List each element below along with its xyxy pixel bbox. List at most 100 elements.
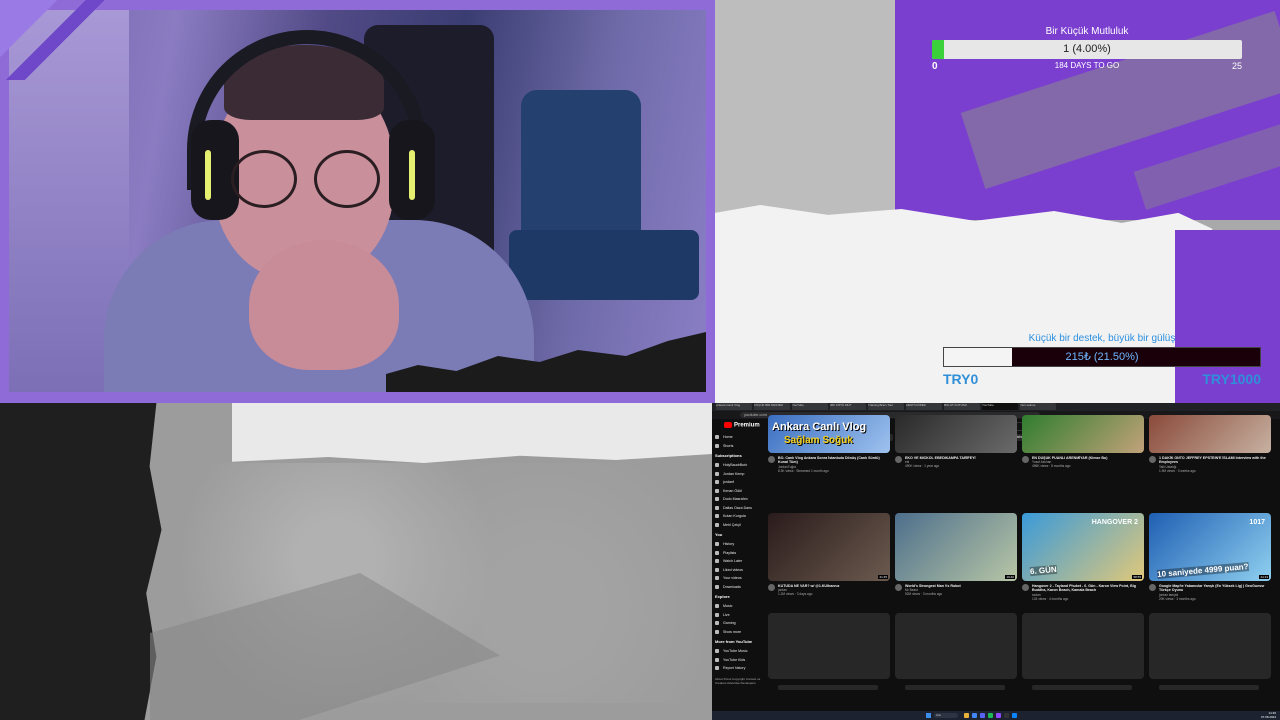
video-title[interactable]: 1 DAKİK ONTO JEFFREY EPSTEIN'E İSLAMI In… — [1159, 456, 1271, 465]
thumbnail-text: 6. GÜN — [1029, 564, 1058, 577]
sidebar-item[interactable]: HolyBaudrBurk — [715, 461, 764, 470]
sidebar-item[interactable]: Music — [715, 602, 764, 611]
sidebar-item[interactable]: YouTube Kids — [715, 656, 764, 665]
video-card[interactable]: EKO VE MICKOL EBEDIKAMPA TARİFEYİ ebi 490K… — [895, 415, 1017, 468]
sidebar-item-icon — [715, 497, 719, 502]
video-card[interactable]: HANGOVER 2 6. GÜN 58:55 Hangover 2 - Taylan… — [1022, 513, 1144, 601]
sidebar-item[interactable]: Dodo Masrafım — [715, 495, 764, 504]
goal-progress-text: 1 (4.00%) — [1063, 43, 1111, 55]
browser-tab[interactable]: Yeni sekme — [1020, 403, 1056, 410]
channel-avatar[interactable] — [895, 456, 902, 463]
chrome-icon[interactable] — [972, 713, 977, 718]
loading-placeholder — [768, 613, 890, 679]
youtube-logo[interactable]: Premium — [724, 422, 760, 429]
video-thumbnail[interactable] — [1149, 415, 1271, 453]
channel-avatar[interactable] — [1149, 456, 1156, 463]
video-thumbnail[interactable] — [895, 415, 1017, 453]
sidebar-item[interactable]: History — [715, 540, 764, 549]
video-card[interactable]: 1 DAKİK ONTO JEFFREY EPSTEIN'E İSLAMI In… — [1149, 415, 1271, 473]
browser-tab[interactable]: Training Brain Tour — [868, 403, 904, 410]
sidebar-item-label: Report history — [723, 666, 746, 671]
video-card[interactable]: Ankara Canlı Vlog Sağlam Soğuk BÖ. Canlı V… — [768, 415, 890, 473]
sidebar-item-icon — [715, 649, 719, 654]
sidebar-section-title: Subscriptions — [715, 453, 742, 458]
video-thumbnail[interactable]: 21:45 — [768, 513, 890, 581]
sidebar-item[interactable]: Live — [715, 611, 764, 620]
channel-avatar[interactable] — [1022, 584, 1029, 591]
video-meta: KUTUDA NE VAR? w/ @1.KÜlhannız jordan 1.2M… — [768, 584, 890, 596]
sidebar-item-icon — [715, 522, 719, 527]
sidebar-section-title: You — [715, 532, 723, 537]
sidebar-item-icon — [715, 584, 719, 589]
sidebar-item[interactable]: Mehl Çetçil — [715, 521, 764, 530]
sidebar-item-label: YouTube Kids — [723, 657, 746, 662]
channel-avatar[interactable] — [768, 456, 775, 463]
sidebar-item[interactable]: Jordan Kemp — [715, 470, 764, 479]
video-card[interactable]: 19:40 World's Strongest Man Vs Robot Mr Be… — [895, 513, 1017, 596]
spotify-icon[interactable] — [988, 713, 993, 718]
channel-avatar[interactable] — [895, 584, 902, 591]
video-title[interactable]: Google Map'te Yabancılar Yarıştı (En Yük… — [1159, 584, 1271, 593]
browser-tab[interactable]: IRK KÖTÜ MÜ? — [830, 403, 866, 410]
texture-paper-strip — [232, 403, 712, 463]
sidebar-item-report[interactable]: Report history — [715, 664, 764, 673]
sidebar-item[interactable]: jordanf — [715, 478, 764, 487]
sidebar-item[interactable]: Dallas Oaza Dans — [715, 504, 764, 513]
loading-placeholder-line — [905, 685, 1005, 690]
taskbar-search[interactable]: Ara — [934, 713, 958, 718]
sidebar-item[interactable]: Home — [715, 433, 764, 442]
video-title[interactable]: Hangover 2 - Tayland Phuket - 6. Gün - K… — [1032, 584, 1144, 593]
sidebar-item[interactable]: Downloads — [715, 583, 764, 592]
sidebar-section-title: Explore — [715, 594, 730, 599]
sidebar-item-icon — [715, 471, 719, 476]
video-title[interactable]: BÖ. Canlı Vlog Ankara Sonra İstanbula Dö… — [778, 456, 890, 465]
video-thumbnail[interactable] — [1022, 415, 1144, 453]
video-card[interactable]: 1017 10 saniyede 4999 puan? 24:13 Google Ma… — [1149, 513, 1271, 601]
sidebar-item[interactable]: Your videos — [715, 574, 764, 583]
browser-tab[interactable]: KÜÇÜK BİR DESTEK — [754, 403, 790, 410]
sidebar-item[interactable]: Shorts — [715, 442, 764, 451]
sidebar-item[interactable]: Watch Later — [715, 557, 764, 566]
sidebar-item-label: Home — [723, 435, 733, 440]
sidebar-item[interactable]: Kenan Ödül — [715, 487, 764, 496]
video-duration: 58:55 — [1132, 575, 1142, 579]
sidebar-item-icon — [715, 443, 719, 448]
goal-progress-bar: 1 (4.00%) — [932, 40, 1242, 59]
discord-icon[interactable] — [980, 713, 985, 718]
sidebar-item[interactable]: Gaming — [715, 619, 764, 628]
channel-avatar[interactable] — [1149, 584, 1156, 591]
video-thumbnail[interactable]: 1017 10 saniyede 4999 puan? 24:13 — [1149, 513, 1271, 581]
sidebar-item[interactable]: YouTube Music — [715, 647, 764, 656]
texture-dark-edge — [0, 403, 162, 720]
sidebar-item-label: Watch Later — [723, 559, 743, 564]
channel-avatar[interactable] — [1022, 456, 1029, 463]
twitch-icon[interactable] — [996, 713, 1001, 718]
folder-icon[interactable] — [964, 713, 969, 718]
browser-tab[interactable]: BULUT KUTUSU — [944, 403, 980, 410]
sidebar-item[interactable]: Show more — [715, 628, 764, 637]
windows-start-icon[interactable] — [926, 713, 931, 718]
thumbnail-text: HANGOVER 2 — [1091, 519, 1138, 526]
browser-tab[interactable]: YouTube — [792, 403, 828, 410]
sidebar-item-label: Mehl Çetçil — [723, 522, 741, 527]
video-meta: Google Map'te Yabancılar Yarıştı (En Yük… — [1149, 584, 1271, 601]
video-thumbnail[interactable]: HANGOVER 2 6. GÜN 58:55 — [1022, 513, 1144, 581]
sidebar-item-icon — [715, 604, 719, 609]
store-icon[interactable] — [1012, 713, 1017, 718]
obs-icon[interactable] — [1004, 713, 1009, 718]
loading-placeholder — [1149, 613, 1271, 679]
sidebar-item[interactable]: Playlists — [715, 549, 764, 558]
browser-tab[interactable]: KESTİ KÖPEK — [906, 403, 942, 410]
sidebar-item[interactable]: Liked videos — [715, 566, 764, 575]
browser-tab[interactable]: YouTube — [982, 403, 1018, 410]
video-card[interactable]: EN DÜŞÜK PUANLI ARENMİYAR (Kimse Bu) Yusu… — [1022, 415, 1144, 468]
sidebar-item-icon — [715, 567, 719, 572]
taskbar-clock[interactable]: 14:36 07.08.2024 — [1261, 711, 1276, 719]
sidebar-item[interactable]: Kutan Kurgula — [715, 512, 764, 521]
video-thumbnail[interactable]: Ankara Canlı Vlog Sağlam Soğuk — [768, 415, 890, 453]
browser-tab[interactable]: Ankara Canlı Vlog — [716, 403, 752, 410]
video-thumbnail[interactable]: 19:40 — [895, 513, 1017, 581]
video-card[interactable]: 21:45 KUTUDA NE VAR? w/ @1.KÜlhannız jorda… — [768, 513, 890, 596]
channel-avatar[interactable] — [768, 584, 775, 591]
blue-chair-seat — [509, 230, 699, 300]
